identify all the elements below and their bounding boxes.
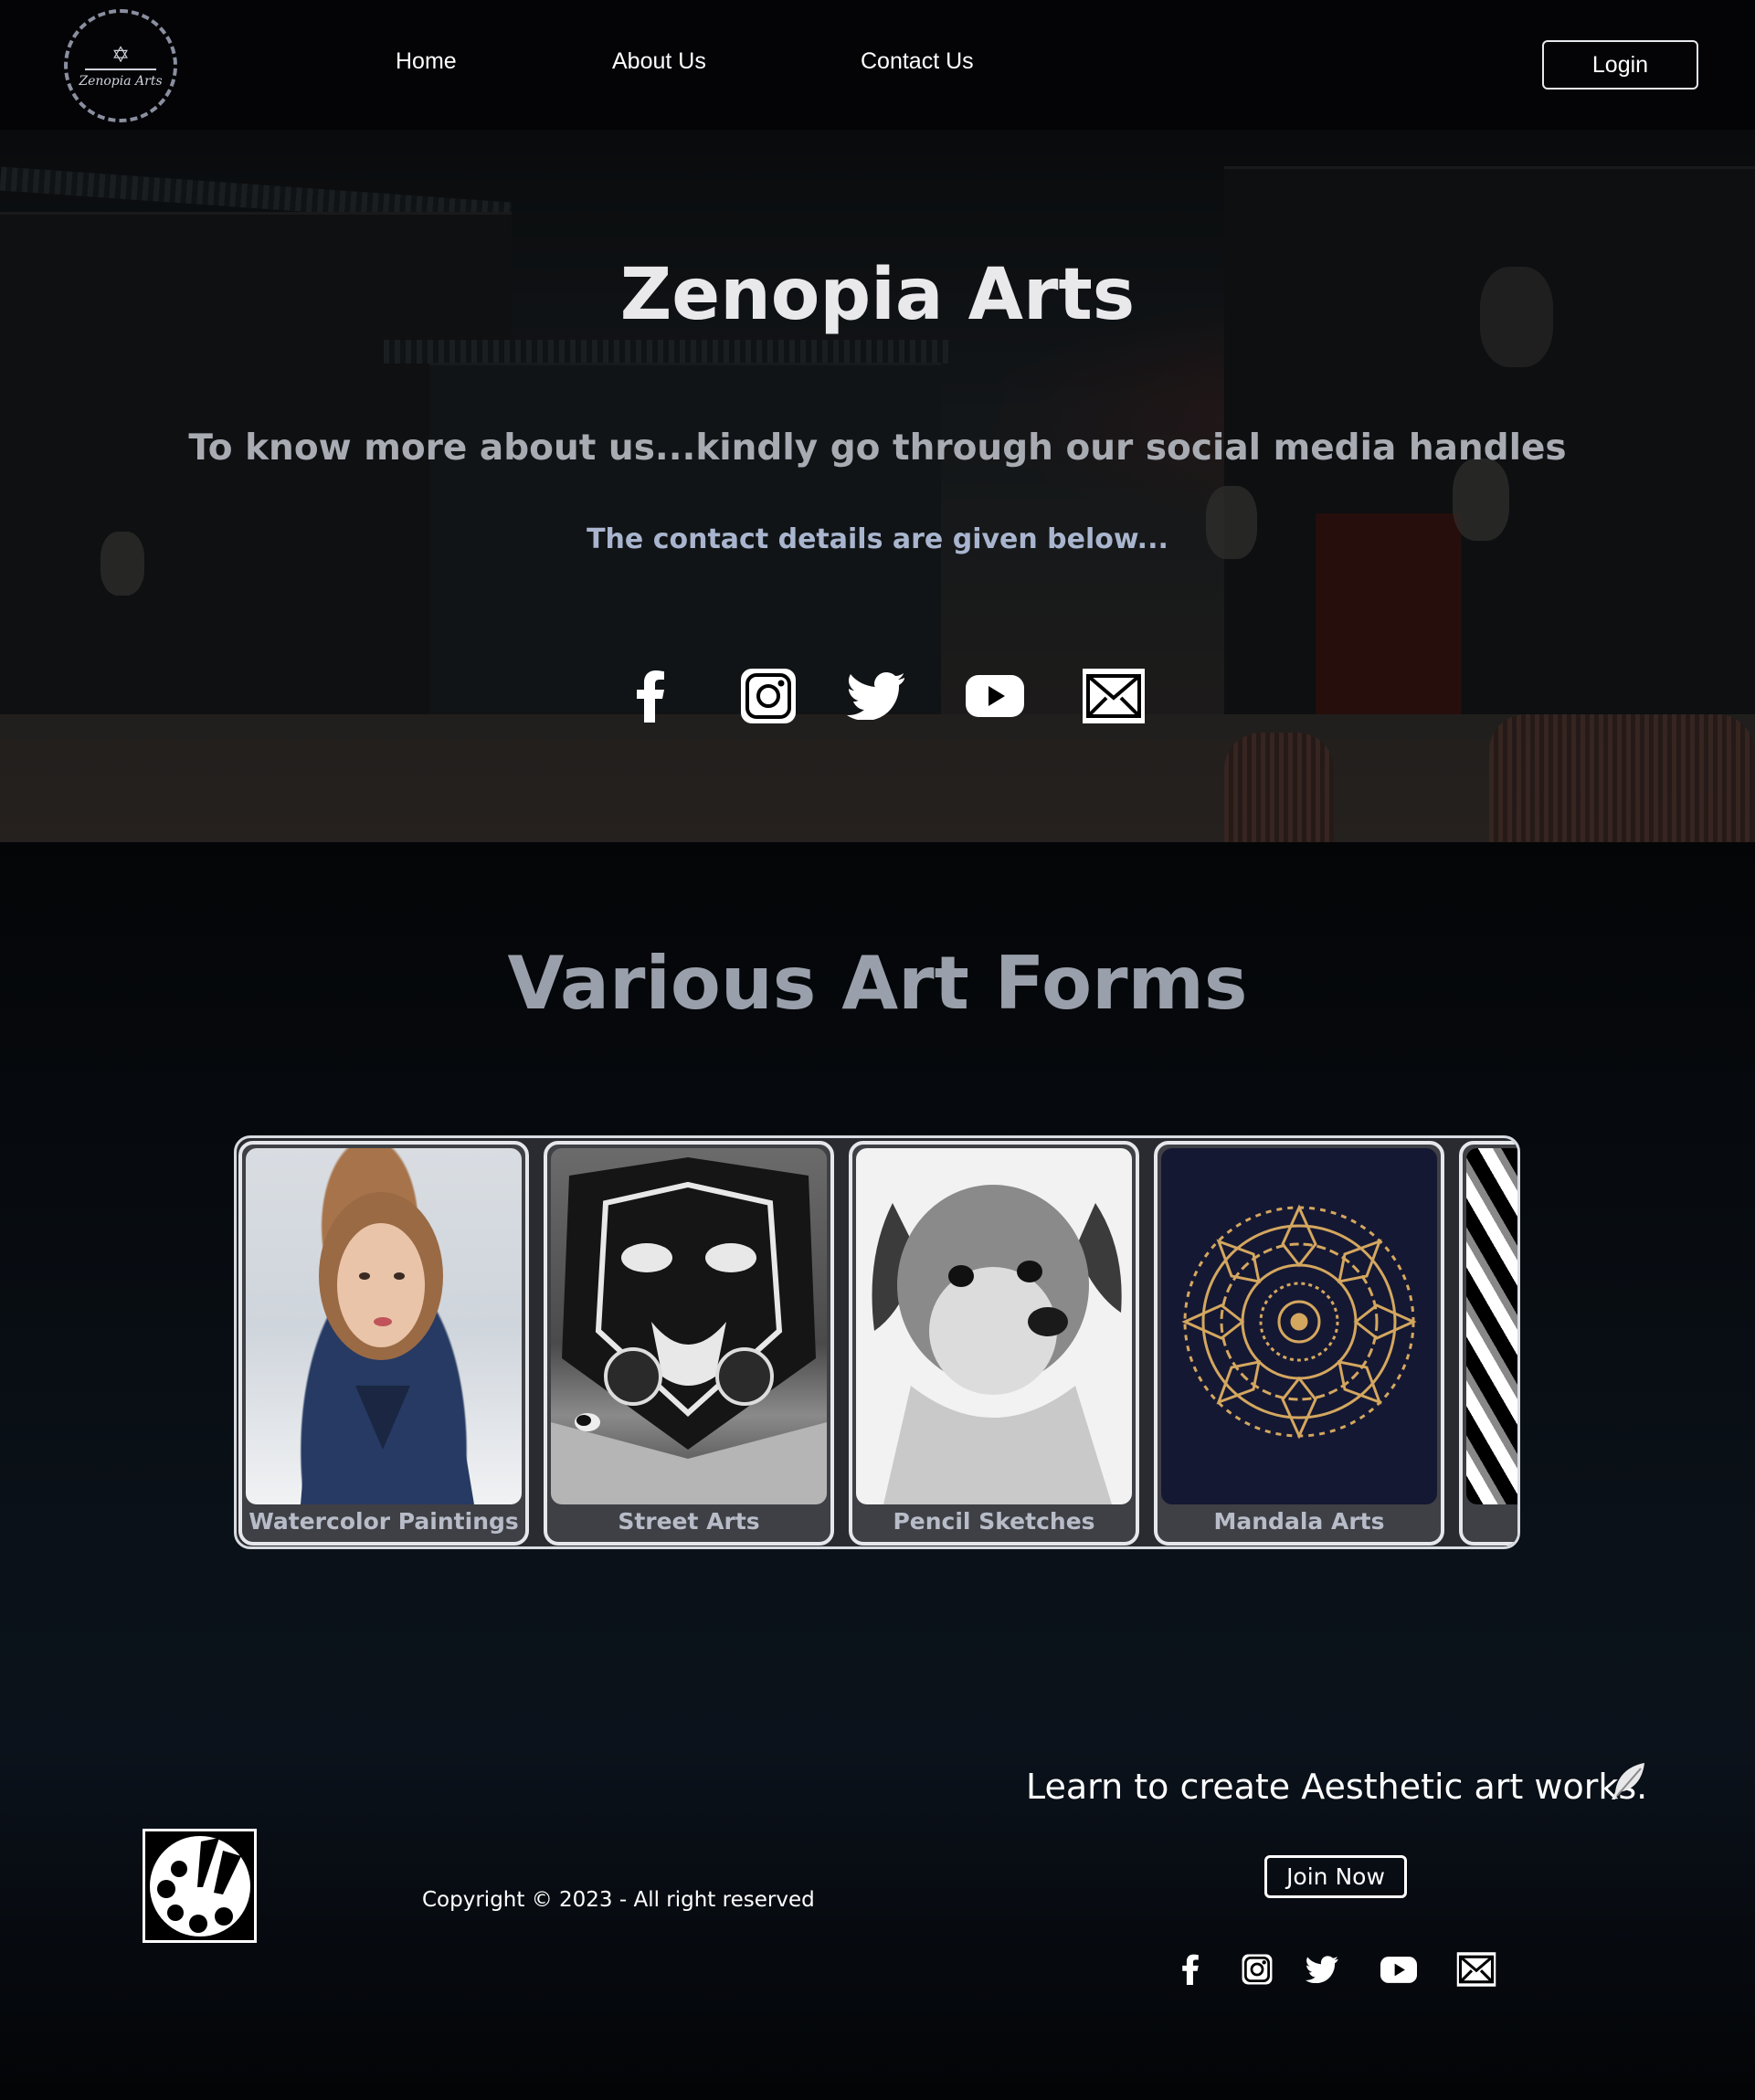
card-caption: Watercolor Paintings [248, 1508, 519, 1535]
street-art-image [551, 1148, 827, 1504]
watercolor-figure [301, 1192, 474, 1504]
footer-tagline: Learn to create Aesthetic art works. [1026, 1767, 1648, 1807]
card-caption: Street Arts [618, 1508, 760, 1535]
hero-note: The contact details are given below... [587, 523, 1168, 555]
hero-title: Zenopia Arts [619, 254, 1136, 336]
card-illusion-art[interactable] [1459, 1141, 1517, 1546]
copyright-text: Copyright © 2023 - All right reserved [422, 1888, 815, 1912]
twitter-icon[interactable] [847, 670, 905, 722]
hero-subtitle: To know more about us...kindly go throug… [188, 427, 1567, 469]
logo-text: Zenopia Arts [79, 73, 163, 89]
footer-logo[interactable] [143, 1829, 257, 1943]
youtube-icon[interactable] [1380, 1956, 1418, 1983]
footer-social-links [1179, 1950, 1498, 1989]
art-carousel[interactable]: Watercolor Paintings Street Arts Pencil … [234, 1135, 1520, 1549]
join-now-button[interactable]: Join Now [1264, 1855, 1407, 1898]
card-street-arts[interactable]: Street Arts [544, 1141, 834, 1546]
tiger-mural [551, 1157, 827, 1504]
logo-divider [85, 68, 156, 70]
star-icon: ✡ [111, 41, 131, 68]
youtube-icon[interactable] [966, 675, 1024, 717]
hero-banner [0, 130, 1755, 842]
illusion-image [1466, 1148, 1517, 1504]
card-pencil-sketches[interactable]: Pencil Sketches [849, 1141, 1139, 1546]
watercolor-image [246, 1148, 522, 1504]
mail-icon[interactable] [1081, 667, 1147, 725]
mandala-pattern [1181, 1204, 1417, 1440]
card-watercolor[interactable]: Watercolor Paintings [238, 1141, 529, 1546]
card-caption: Pencil Sketches [893, 1508, 1095, 1535]
card-caption: Mandala Arts [1213, 1508, 1385, 1535]
hero-overlay [0, 130, 1755, 842]
instagram-icon[interactable] [739, 667, 798, 725]
puppy-sketch [872, 1185, 1122, 1504]
site-logo[interactable]: ✡ Zenopia Arts [64, 9, 177, 122]
login-button[interactable]: Login [1542, 40, 1698, 90]
feather-icon [1608, 1761, 1648, 1806]
instagram-icon[interactable] [1241, 1953, 1274, 1986]
hero-social-links [630, 667, 1147, 725]
nav-link-about[interactable]: About Us [612, 48, 706, 75]
facebook-icon[interactable] [1179, 1952, 1202, 1987]
twitter-icon[interactable] [1305, 1955, 1339, 1984]
art-forms-title: Various Art Forms [507, 941, 1248, 1026]
palette-icon [149, 1835, 250, 1936]
facebook-icon[interactable] [630, 668, 671, 724]
top-navbar: ✡ Zenopia Arts Home About Us Contact Us … [0, 0, 1755, 130]
pencil-sketch-image [856, 1148, 1132, 1504]
nav-link-contact[interactable]: Contact Us [861, 48, 974, 75]
mandala-image [1161, 1148, 1437, 1504]
mail-icon[interactable] [1454, 1950, 1498, 1989]
nav-link-home[interactable]: Home [396, 48, 457, 75]
card-mandala-arts[interactable]: Mandala Arts [1154, 1141, 1444, 1546]
